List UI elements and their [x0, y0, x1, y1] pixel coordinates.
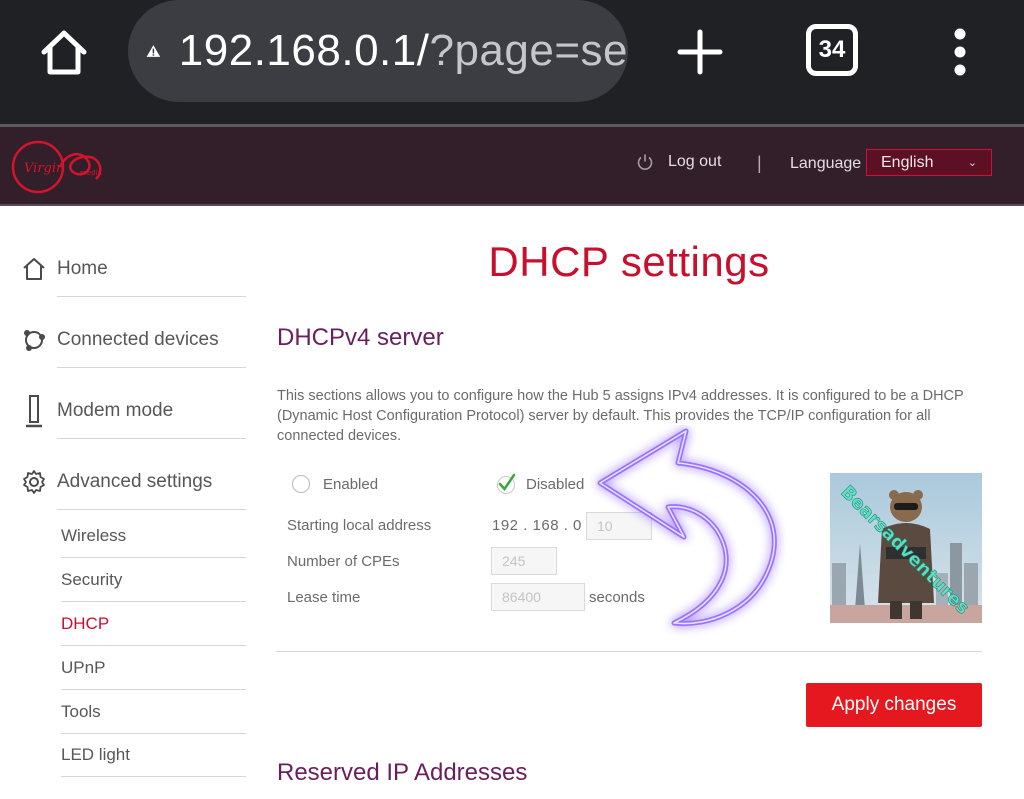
divider: [57, 296, 246, 297]
divider: [57, 509, 246, 510]
home-icon[interactable]: [36, 24, 92, 80]
sidebar-subitem-security[interactable]: Security: [61, 570, 246, 602]
sidebar-subitem-dhcp[interactable]: DHCP: [61, 614, 246, 646]
divider: [61, 776, 246, 777]
sidebar-item-home[interactable]: Home: [20, 249, 246, 297]
divider: [61, 645, 246, 646]
browser-toolbar: 192.168.0.1/?page=se 34: [0, 0, 1024, 124]
section-divider: [276, 651, 982, 652]
apply-changes-button[interactable]: Apply changes: [806, 683, 982, 727]
power-icon: [637, 154, 653, 170]
language-select[interactable]: English ⌄: [866, 149, 992, 176]
page-title: DHCP settings: [488, 238, 770, 285]
radio-circle: [292, 475, 310, 493]
sidebar-subitem-label: Security: [61, 570, 123, 589]
lease-time-input[interactable]: 86400: [491, 583, 585, 611]
svg-text:Virgin: Virgin: [24, 161, 64, 176]
starting-local-address-label: Starting local address: [287, 517, 432, 534]
divider: [61, 689, 246, 690]
divider: [57, 367, 246, 368]
virgin-media-logo[interactable]: Virgin media: [10, 139, 106, 195]
header-separator: |: [757, 153, 762, 173]
tab-count-button[interactable]: 34: [806, 24, 858, 76]
url-text[interactable]: 192.168.0.1/?page=se: [179, 26, 628, 76]
divider: [61, 733, 246, 734]
sidebar: Home Connected devices Modem mode Advanc…: [0, 206, 250, 799]
sidebar-subitem-label: Tools: [61, 702, 101, 721]
gear-icon: [20, 468, 48, 496]
sidebar-item-label: Connected devices: [57, 329, 219, 350]
divider: [57, 438, 246, 439]
language-value: English: [881, 153, 934, 171]
divider: [61, 601, 246, 602]
modem-icon: [20, 395, 48, 428]
sidebar-item-connected-devices[interactable]: Connected devices: [20, 320, 246, 368]
ip-prefix: 192 . 168 . 0 .: [492, 517, 592, 534]
logout-label: Log out: [668, 153, 722, 170]
radio-enabled[interactable]: Enabled: [292, 475, 378, 493]
warning-icon: [146, 45, 161, 57]
sidebar-subitem-label: LED light: [61, 745, 130, 764]
radio-enabled-label: Enabled: [323, 475, 379, 493]
sidebar-subitem-led-light[interactable]: LED light: [61, 745, 246, 777]
section-title-reserved-ip: Reserved IP Addresses: [277, 759, 528, 786]
new-tab-icon[interactable]: [672, 24, 728, 80]
sidebar-item-modem-mode[interactable]: Modem mode: [20, 391, 246, 439]
logout-link[interactable]: Log out: [636, 153, 721, 171]
sidebar-subitem-label: UPnP: [61, 658, 106, 677]
divider: [61, 557, 246, 558]
router-header: Virgin media Log out | Language English …: [0, 124, 1024, 206]
chevron-down-icon: ⌄: [967, 157, 977, 169]
sidebar-item-label: Home: [57, 258, 108, 279]
sidebar-subitem-label: Wireless: [61, 526, 127, 545]
overflow-menu-icon[interactable]: [940, 24, 980, 80]
language-label: Language: [790, 155, 862, 172]
sidebar-subitem-wireless[interactable]: Wireless: [61, 526, 246, 558]
sidebar-item-label: Advanced settings: [57, 471, 213, 492]
sidebar-item-label: Modem mode: [57, 400, 174, 421]
sidebar-subitem-upnp[interactable]: UPnP: [61, 658, 246, 690]
network-icon: [20, 326, 48, 354]
address-bar[interactable]: 192.168.0.1/?page=se: [128, 0, 628, 102]
lease-time-label: Lease time: [287, 589, 361, 606]
checkmark-icon: [495, 473, 517, 495]
number-of-cpes-label: Number of CPEs: [287, 553, 400, 570]
curved-arrow-annotation: [597, 428, 777, 627]
sidebar-item-advanced-settings[interactable]: Advanced settings: [20, 462, 246, 510]
radio-disabled[interactable]: Disabled: [495, 473, 584, 495]
house-icon: [20, 255, 48, 283]
radio-disabled-label: Disabled: [526, 475, 585, 493]
svg-text:media: media: [80, 169, 102, 177]
sidebar-subitem-tools[interactable]: Tools: [61, 702, 246, 734]
sidebar-subitem-label: DHCP: [61, 614, 110, 633]
number-of-cpes-input[interactable]: 245: [491, 547, 557, 575]
section-title-dhcpv4: DHCPv4 server: [277, 324, 444, 351]
bear-thumbnail-image: Bearsadventures: [830, 473, 982, 623]
